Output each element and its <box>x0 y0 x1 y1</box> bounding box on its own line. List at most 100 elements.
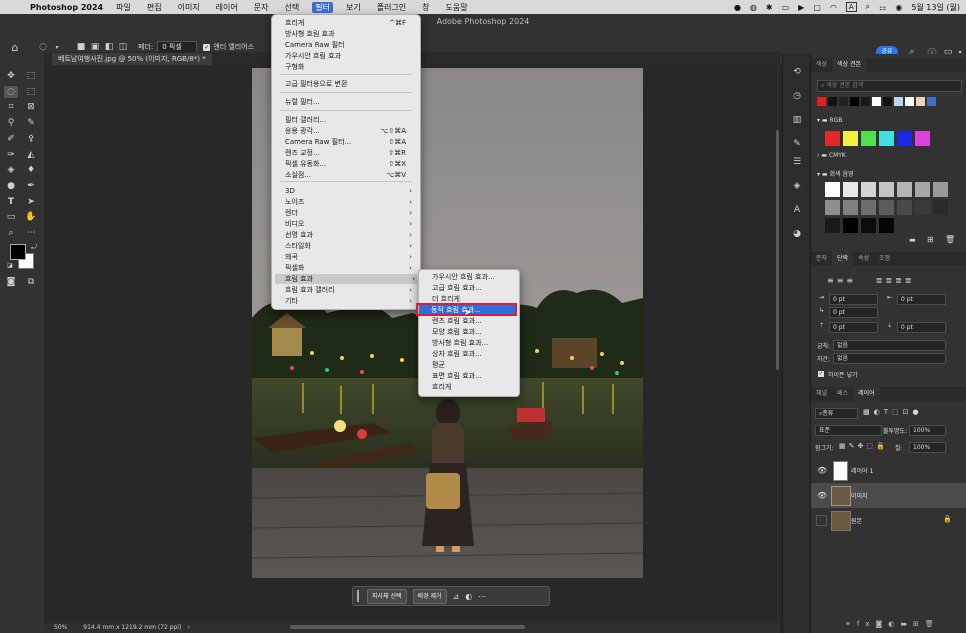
hand-tool-icon[interactable]: ✋ <box>24 211 38 223</box>
menu-image[interactable]: 이미지 <box>175 2 203 13</box>
space-before-input[interactable]: 0 pt <box>829 322 878 333</box>
healing-tool-icon[interactable]: ✎ <box>24 117 38 129</box>
layer-filter-select[interactable]: ⌕종류 <box>815 408 858 419</box>
menu-type[interactable]: 문자 <box>251 2 272 13</box>
app-name[interactable]: Photoshop 2024 <box>30 3 103 12</box>
default-colors-icon[interactable]: ◪ <box>3 260 17 272</box>
frame-tool-icon[interactable]: ⊠ <box>24 101 38 113</box>
justify-all-icon[interactable]: ≣ <box>905 276 915 285</box>
filter-menu-item[interactable]: 구형화 <box>285 62 414 72</box>
blur-tool-icon[interactable]: ♦ <box>24 164 38 176</box>
space-after-input[interactable]: 0 pt <box>897 322 946 333</box>
gray-swatch[interactable] <box>843 200 858 215</box>
history-panel-icon[interactable]: ◷ <box>790 90 804 102</box>
menu-window[interactable]: 창 <box>419 2 432 13</box>
filter-menu-item[interactable]: Camera Raw 필터... ⇧⌘A <box>285 137 414 147</box>
gray-swatch[interactable] <box>879 200 894 215</box>
drag-handle-icon[interactable] <box>357 590 359 602</box>
filter-menu-item[interactable]: 뉴럴 필터... <box>285 97 414 107</box>
bluetooth-icon[interactable]: ✱ <box>766 3 773 12</box>
app-icon[interactable]: ◍ <box>750 3 757 12</box>
gray-swatch[interactable] <box>915 182 930 197</box>
dodge-tool-icon[interactable]: ● <box>4 180 18 192</box>
indent-right-input[interactable]: 0 pt <box>897 294 946 305</box>
artboard-tool-icon[interactable]: ⬚ <box>24 70 38 82</box>
shape-filter-icon[interactable]: ⬚ <box>892 408 903 416</box>
siri-icon[interactable]: ◉ <box>895 3 902 12</box>
eyedropper-tool-icon[interactable]: ⚲ <box>4 117 18 129</box>
tab-properties[interactable]: 속성 <box>853 252 874 266</box>
lock-pixels-icon[interactable]: ▦ <box>839 442 849 450</box>
align-right-icon[interactable]: ≡ <box>846 276 856 285</box>
add-icon[interactable]: ⊞ <box>913 620 925 628</box>
filter-menu-item[interactable]: 흐리게 ^⌘F <box>285 18 414 28</box>
rgb-swatch[interactable] <box>879 131 894 146</box>
filter-menu-item[interactable]: 흐림 효과 › <box>275 274 417 284</box>
swatch-group-rgb[interactable]: ▾ ▬ RGB <box>817 117 842 124</box>
blur-submenu-item[interactable]: 가우시안 흐림 효과... <box>432 272 515 283</box>
trash-icon[interactable]: 🗑 <box>925 620 940 628</box>
tab-layers[interactable]: 레이어 <box>853 387 880 401</box>
justify-center-icon[interactable]: ≣ <box>885 276 895 285</box>
smart-filter-icon[interactable]: ⊡ <box>903 408 913 416</box>
color-wheel-icon[interactable]: ◕ <box>790 228 804 240</box>
swap-colors-icon[interactable]: ⤾ <box>27 241 41 253</box>
gray-swatch[interactable] <box>825 182 840 197</box>
gray-swatch[interactable] <box>861 182 876 197</box>
align-center-icon[interactable]: ≡ <box>837 276 847 285</box>
display-icon[interactable]: ▭ <box>782 3 790 12</box>
search-icon[interactable]: ⌕ <box>866 2 870 12</box>
control-center-icon[interactable]: ⚏ <box>879 3 886 12</box>
blur-submenu-item[interactable]: 흐리게 <box>432 382 515 393</box>
indent-first-input[interactable]: 0 pt <box>829 307 878 318</box>
blur-submenu-item[interactable]: 상자 흐림 효과... <box>432 349 515 360</box>
gray-swatch[interactable] <box>915 200 930 215</box>
filter-toggle-icon[interactable]: ● <box>913 408 923 416</box>
visibility-eye-icon[interactable]: 👁 <box>817 491 827 500</box>
lock-paint-icon[interactable]: ✎ <box>849 442 858 450</box>
visibility-eye-icon[interactable]: 👁 <box>817 466 827 475</box>
antialias-checkbox[interactable]: ✓ <box>203 43 211 51</box>
adjustments-icon[interactable]: ☰ <box>790 156 804 168</box>
filter-menu-item[interactable]: 렌즈 교정... ⇧⌘R <box>285 148 414 158</box>
align-left-icon[interactable]: ≡ <box>827 276 837 285</box>
recent-swatch[interactable] <box>828 97 837 106</box>
gray-swatch[interactable] <box>861 218 876 233</box>
zoom-tool-icon[interactable]: ⌕ <box>4 227 18 239</box>
home-icon[interactable]: ⌂ <box>8 40 22 54</box>
filter-menu-item[interactable]: Camera Raw 필터 <box>285 40 414 50</box>
recent-swatch[interactable] <box>817 97 826 106</box>
rgb-swatch[interactable] <box>915 131 930 146</box>
justify-select[interactable]: 없음 <box>833 340 946 351</box>
adjust-filter-icon[interactable]: ◐ <box>874 408 884 416</box>
indent-left-input[interactable]: 0 pt <box>829 294 878 305</box>
justify-left-icon[interactable]: ≣ <box>876 276 886 285</box>
blur-submenu-item[interactable]: 표면 흐림 효과... <box>432 371 515 382</box>
rgb-swatch[interactable] <box>825 131 840 146</box>
eraser-tool-icon[interactable]: ◭ <box>24 149 38 161</box>
fill-tool-icon[interactable]: ◈ <box>4 164 18 176</box>
blend-mode-select[interactable]: 표준 <box>815 425 882 436</box>
blur-submenu-item[interactable]: 렌즈 흐림 효과... <box>432 316 515 327</box>
gray-swatch[interactable] <box>933 200 948 215</box>
recent-swatch[interactable] <box>894 97 903 106</box>
gray-swatch[interactable] <box>843 182 858 197</box>
folder-icon[interactable]: ▬ <box>909 236 916 244</box>
move-tool-icon[interactable]: ✥ <box>4 70 18 82</box>
gray-swatch[interactable] <box>897 182 912 197</box>
filter-menu-item[interactable]: 픽셀화 › <box>285 263 414 273</box>
filter-menu-item[interactable]: 렌더 › <box>285 208 414 218</box>
menu-edit[interactable]: 편집 <box>144 2 165 13</box>
menu-select[interactable]: 선택 <box>282 2 303 13</box>
pen-tool-icon[interactable]: ✒ <box>24 180 38 192</box>
remove-background-button[interactable]: 배경 제거 <box>412 588 447 604</box>
recent-swatch[interactable] <box>927 97 936 106</box>
filter-menu-item[interactable]: 선명 효과 › <box>285 230 414 240</box>
menu-layer[interactable]: 레이어 <box>213 2 241 13</box>
layer-row[interactable]: 👁 레이어 1 <box>811 458 966 483</box>
transform-icon[interactable]: ◈ <box>790 180 804 192</box>
recent-swatch[interactable] <box>850 97 859 106</box>
justify-right-icon[interactable]: ≣ <box>895 276 905 285</box>
mask-icon[interactable]: ◙ <box>875 620 888 628</box>
visibility-off-box[interactable] <box>816 515 827 526</box>
